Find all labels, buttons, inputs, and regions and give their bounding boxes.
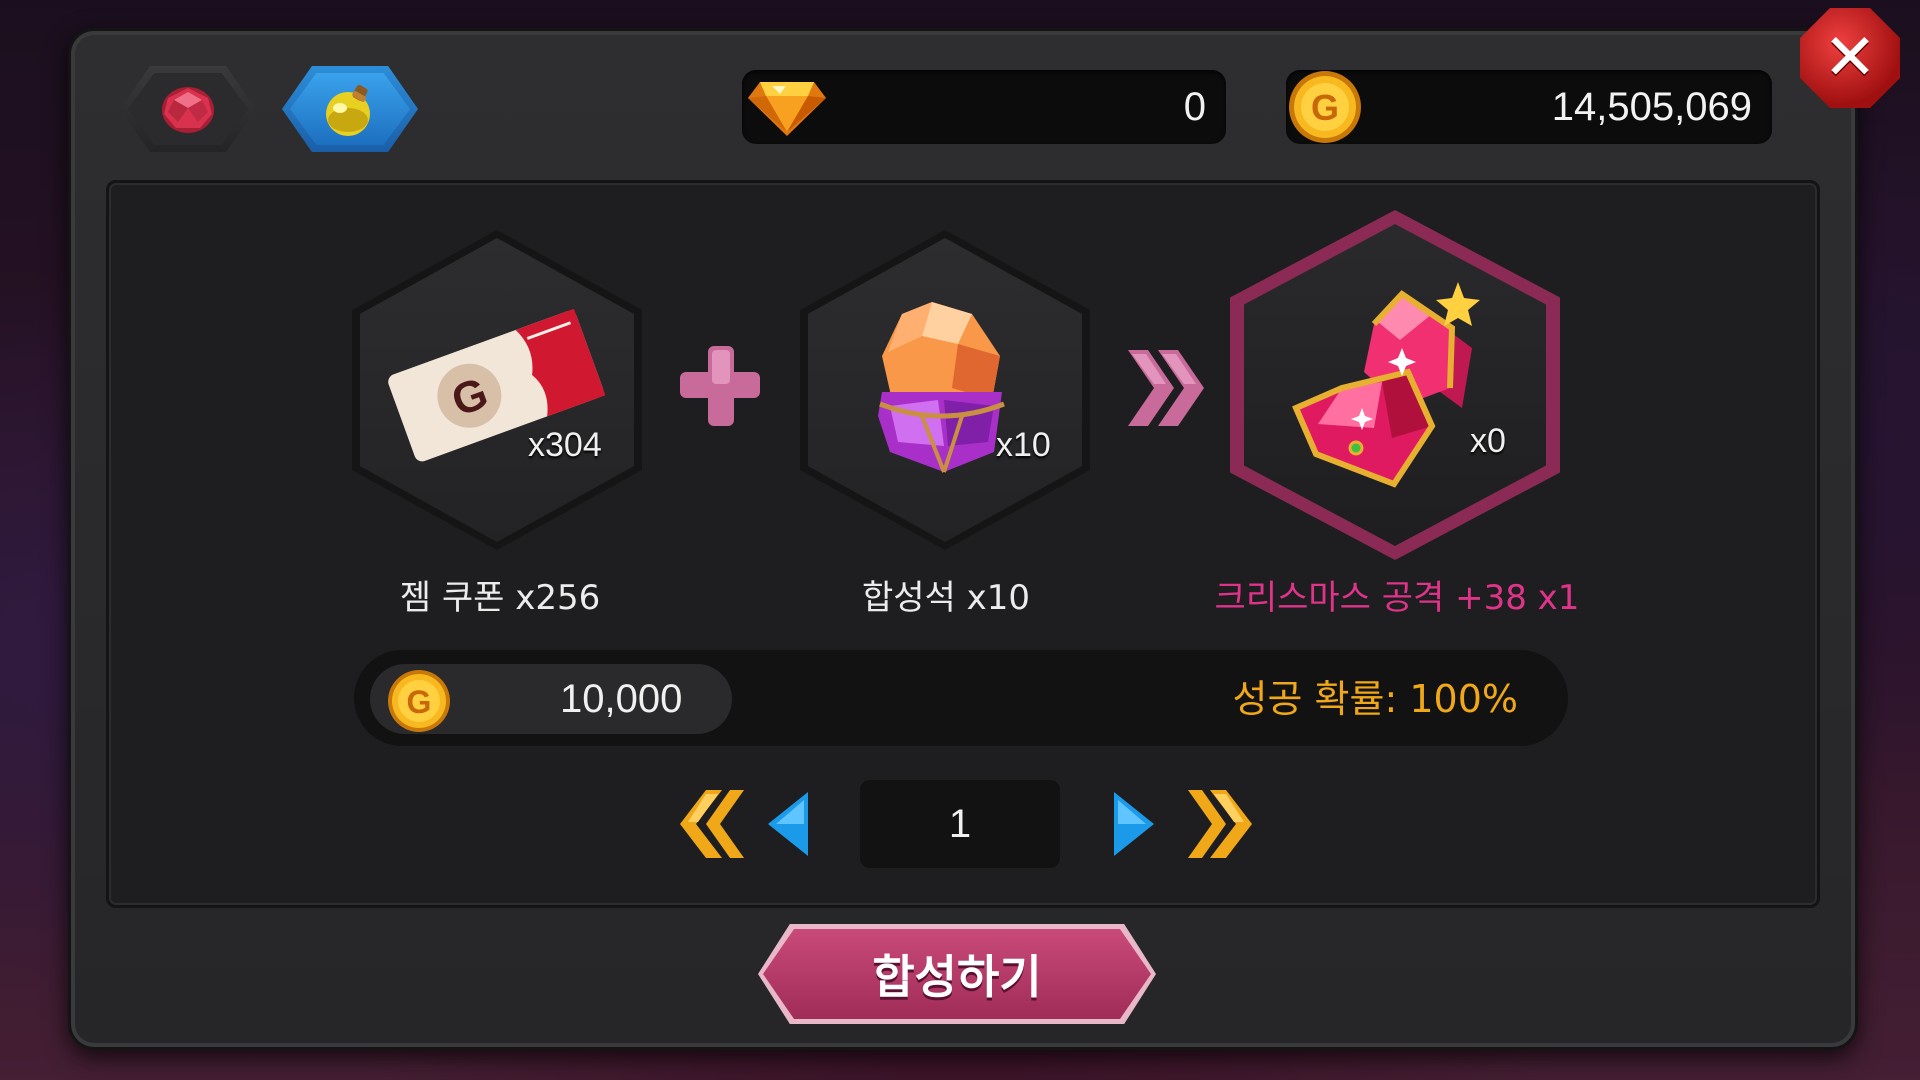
last-page-button[interactable] [1188,786,1260,862]
synthesize-button[interactable]: 합성하기 [758,924,1156,1024]
page-number: 1 [860,780,1060,868]
double-arrow-right-icon [1128,350,1204,426]
first-page-button[interactable] [672,786,744,862]
ingredient-2-label: 합성석 x10 [861,578,1031,618]
diamond-icon [748,82,826,136]
gold-count: 14,505,069 [1551,85,1752,129]
ingredient-1-owned-count: x304 [528,426,602,464]
success-rate: 성공 확률: 100% [1232,677,1518,721]
ingredient-2-owned-count: x10 [996,426,1051,464]
plus-icon [680,346,760,426]
ingredient-1-label: 젬 쿠폰 x256 [399,578,601,618]
double-chevron-right-icon [1188,790,1252,858]
close-button[interactable]: ✕ [1800,8,1900,108]
gem-count: 0 [1183,85,1206,129]
synthesis-cost: 10,000 [560,677,683,721]
gold-currency-bar: G 14,505,069 [1286,70,1772,144]
potion-icon [326,85,370,136]
result-label: 크리스마스 공격 +38 x1 [1214,578,1580,618]
svg-text:G: G [407,684,432,720]
next-page-button[interactable] [1108,786,1180,862]
double-chevron-left-icon [680,790,744,858]
chevron-right-icon [1114,792,1154,856]
synthesize-button-label: 합성하기 [872,950,1042,1004]
prev-page-button[interactable] [762,786,834,862]
christmas-attack-gem-icon [1292,282,1480,488]
result-owned-count: x0 [1470,422,1506,460]
chevron-left-icon [768,792,808,856]
gold-coin-icon: G [1289,71,1361,143]
svg-text:G: G [1311,87,1339,128]
close-icon: ✕ [1823,21,1877,95]
ruby-icon [162,87,214,133]
gem-currency-bar: 0 [742,70,1226,144]
gold-coin-icon: G [388,670,450,732]
